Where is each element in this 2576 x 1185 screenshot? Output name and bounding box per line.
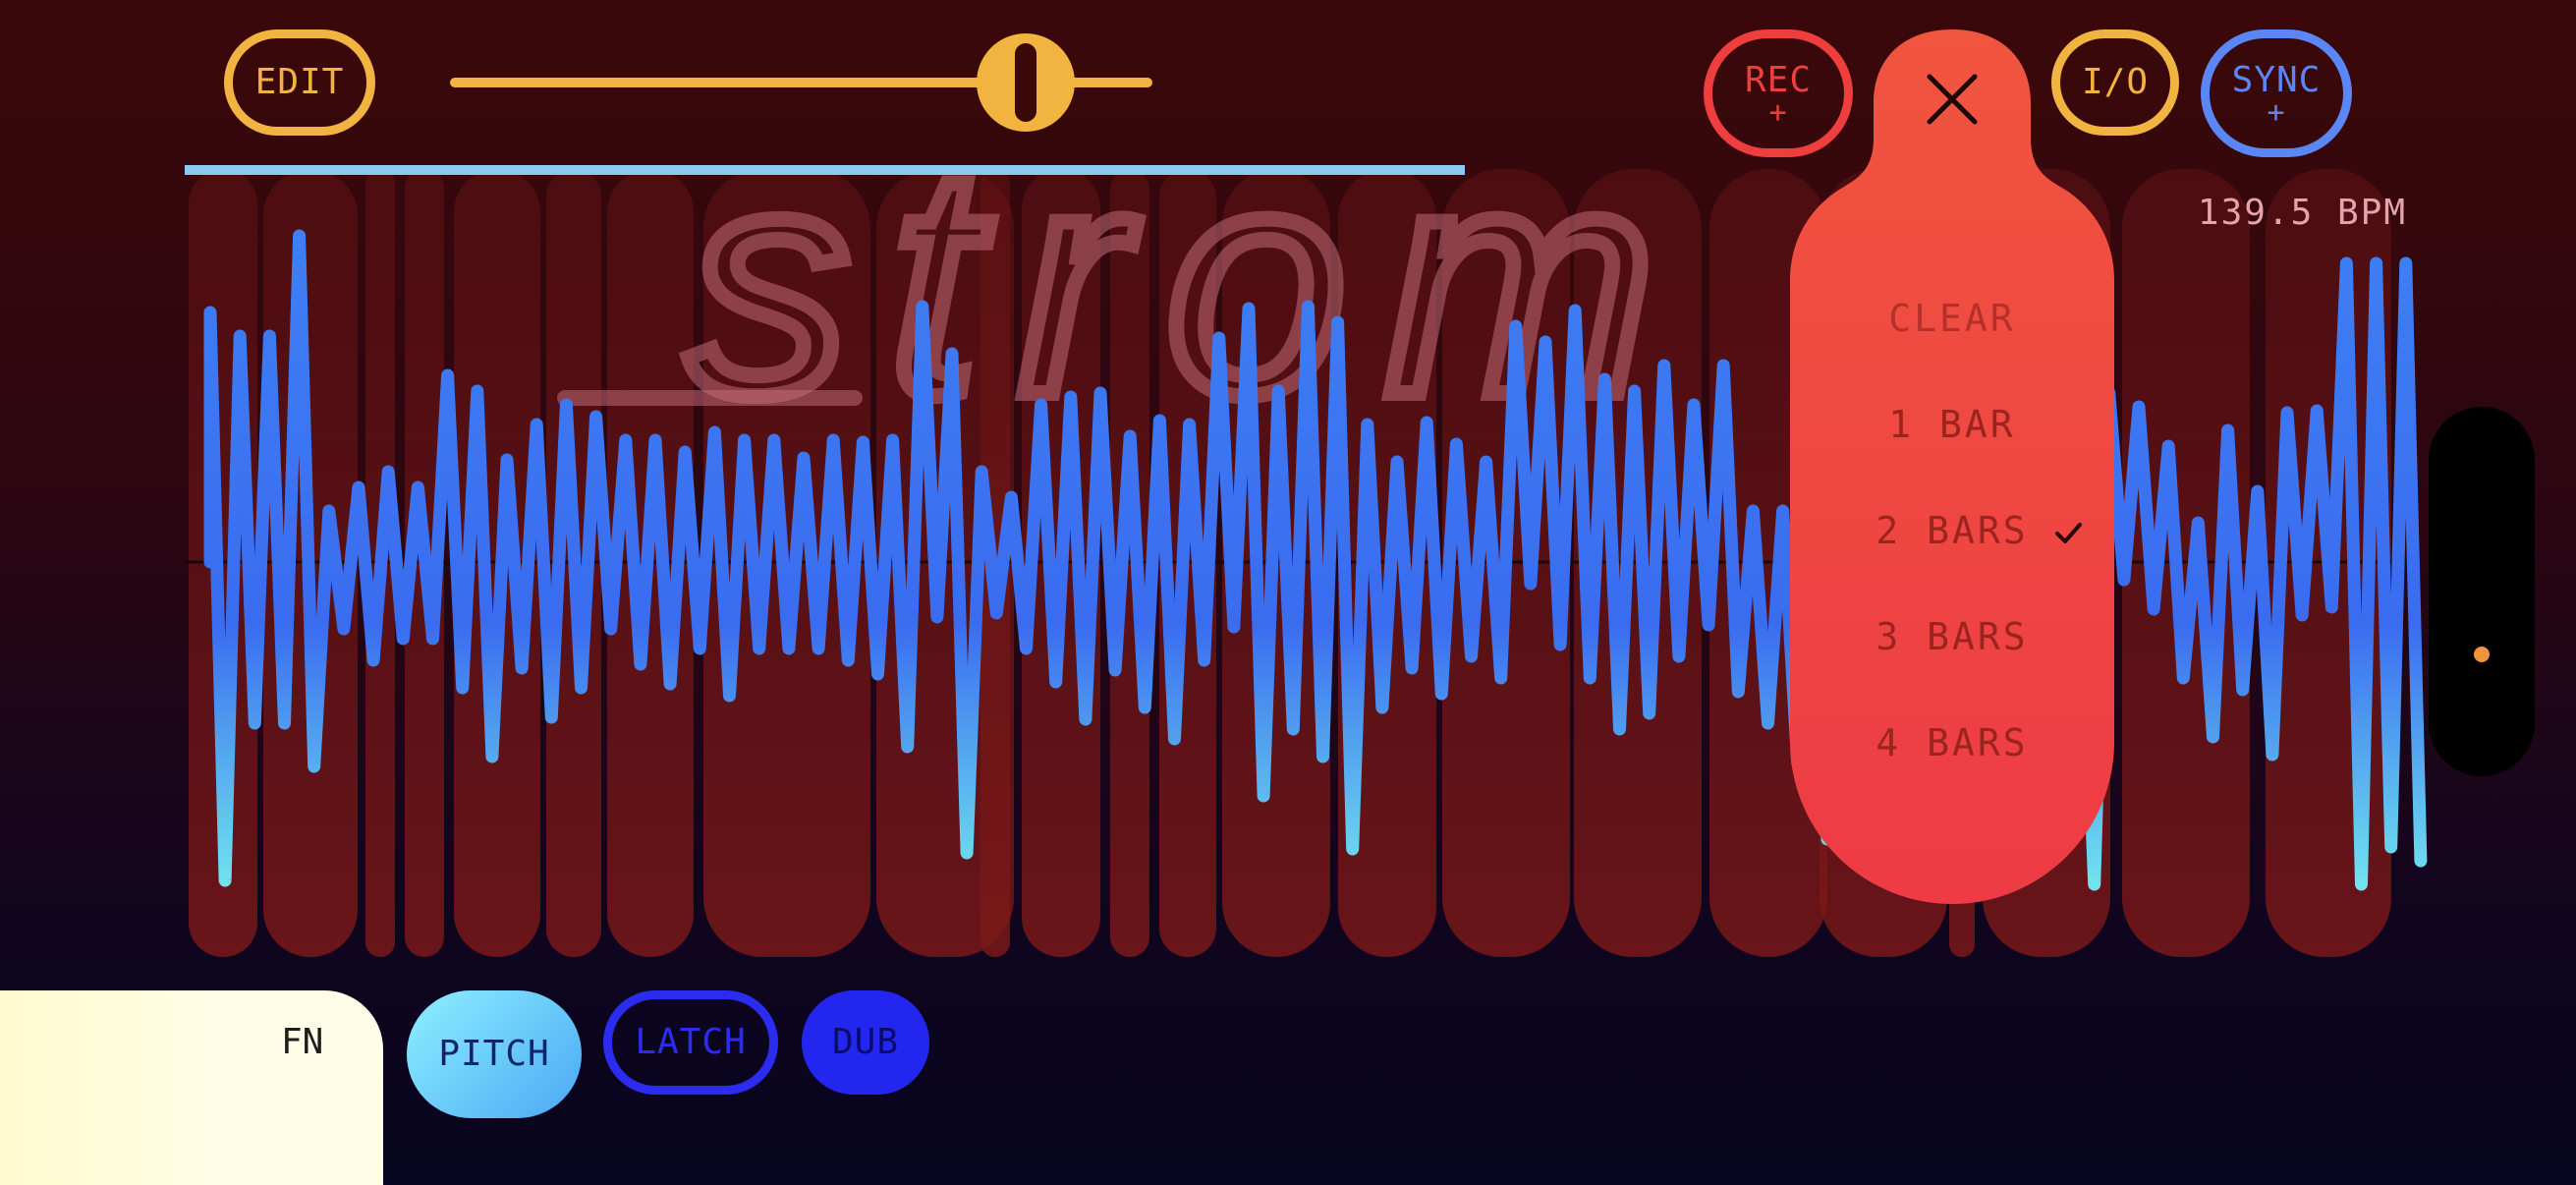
edit-button[interactable]: EDIT: [224, 29, 375, 136]
menu-item-4-bars[interactable]: 4 BARS: [1790, 721, 2114, 764]
latch-button-label: LATCH: [635, 1022, 747, 1062]
fn-button-label: FN: [281, 1022, 324, 1062]
close-icon[interactable]: [1924, 71, 1981, 128]
checkmark-icon: [2053, 519, 2083, 548]
rec-plus-icon: +: [1768, 95, 1788, 130]
menu-shape: [1790, 29, 2114, 904]
side-indicator-dot: [2474, 647, 2490, 662]
sync-button[interactable]: SYNC +: [2201, 29, 2352, 157]
dub-button-label: DUB: [831, 1022, 900, 1062]
sync-button-label: SYNC: [2231, 60, 2322, 100]
edit-button-label: EDIT: [254, 62, 345, 102]
pitch-button[interactable]: PITCH: [407, 990, 582, 1118]
pitch-button-label: PITCH: [438, 1034, 550, 1074]
menu-item-1-bar[interactable]: 1 BAR: [1790, 403, 2114, 446]
fn-button[interactable]: FN: [0, 990, 383, 1185]
bpm-readout: 139.5 BPM: [2197, 193, 2407, 233]
dub-button[interactable]: DUB: [802, 990, 929, 1095]
waveform-view[interactable]: strom: [0, 0, 2576, 1185]
loop-length-menu[interactable]: CLEAR 1 BAR 2 BARS 3 BARS 4 BARS: [1790, 29, 2114, 904]
speed-slider-knob[interactable]: [977, 33, 1076, 132]
menu-item-2-bars-label: 2 BARS: [1876, 509, 2029, 552]
side-panel-handle[interactable]: [2429, 407, 2535, 776]
knob-notch: [1015, 43, 1037, 122]
loop-progress-fill: [185, 165, 1465, 175]
latch-button[interactable]: LATCH: [603, 990, 778, 1095]
speed-slider[interactable]: [450, 33, 1152, 132]
sync-plus-icon: +: [2267, 95, 2286, 130]
menu-item-3-bars[interactable]: 3 BARS: [1790, 615, 2114, 658]
menu-item-clear[interactable]: CLEAR: [1790, 297, 2114, 340]
